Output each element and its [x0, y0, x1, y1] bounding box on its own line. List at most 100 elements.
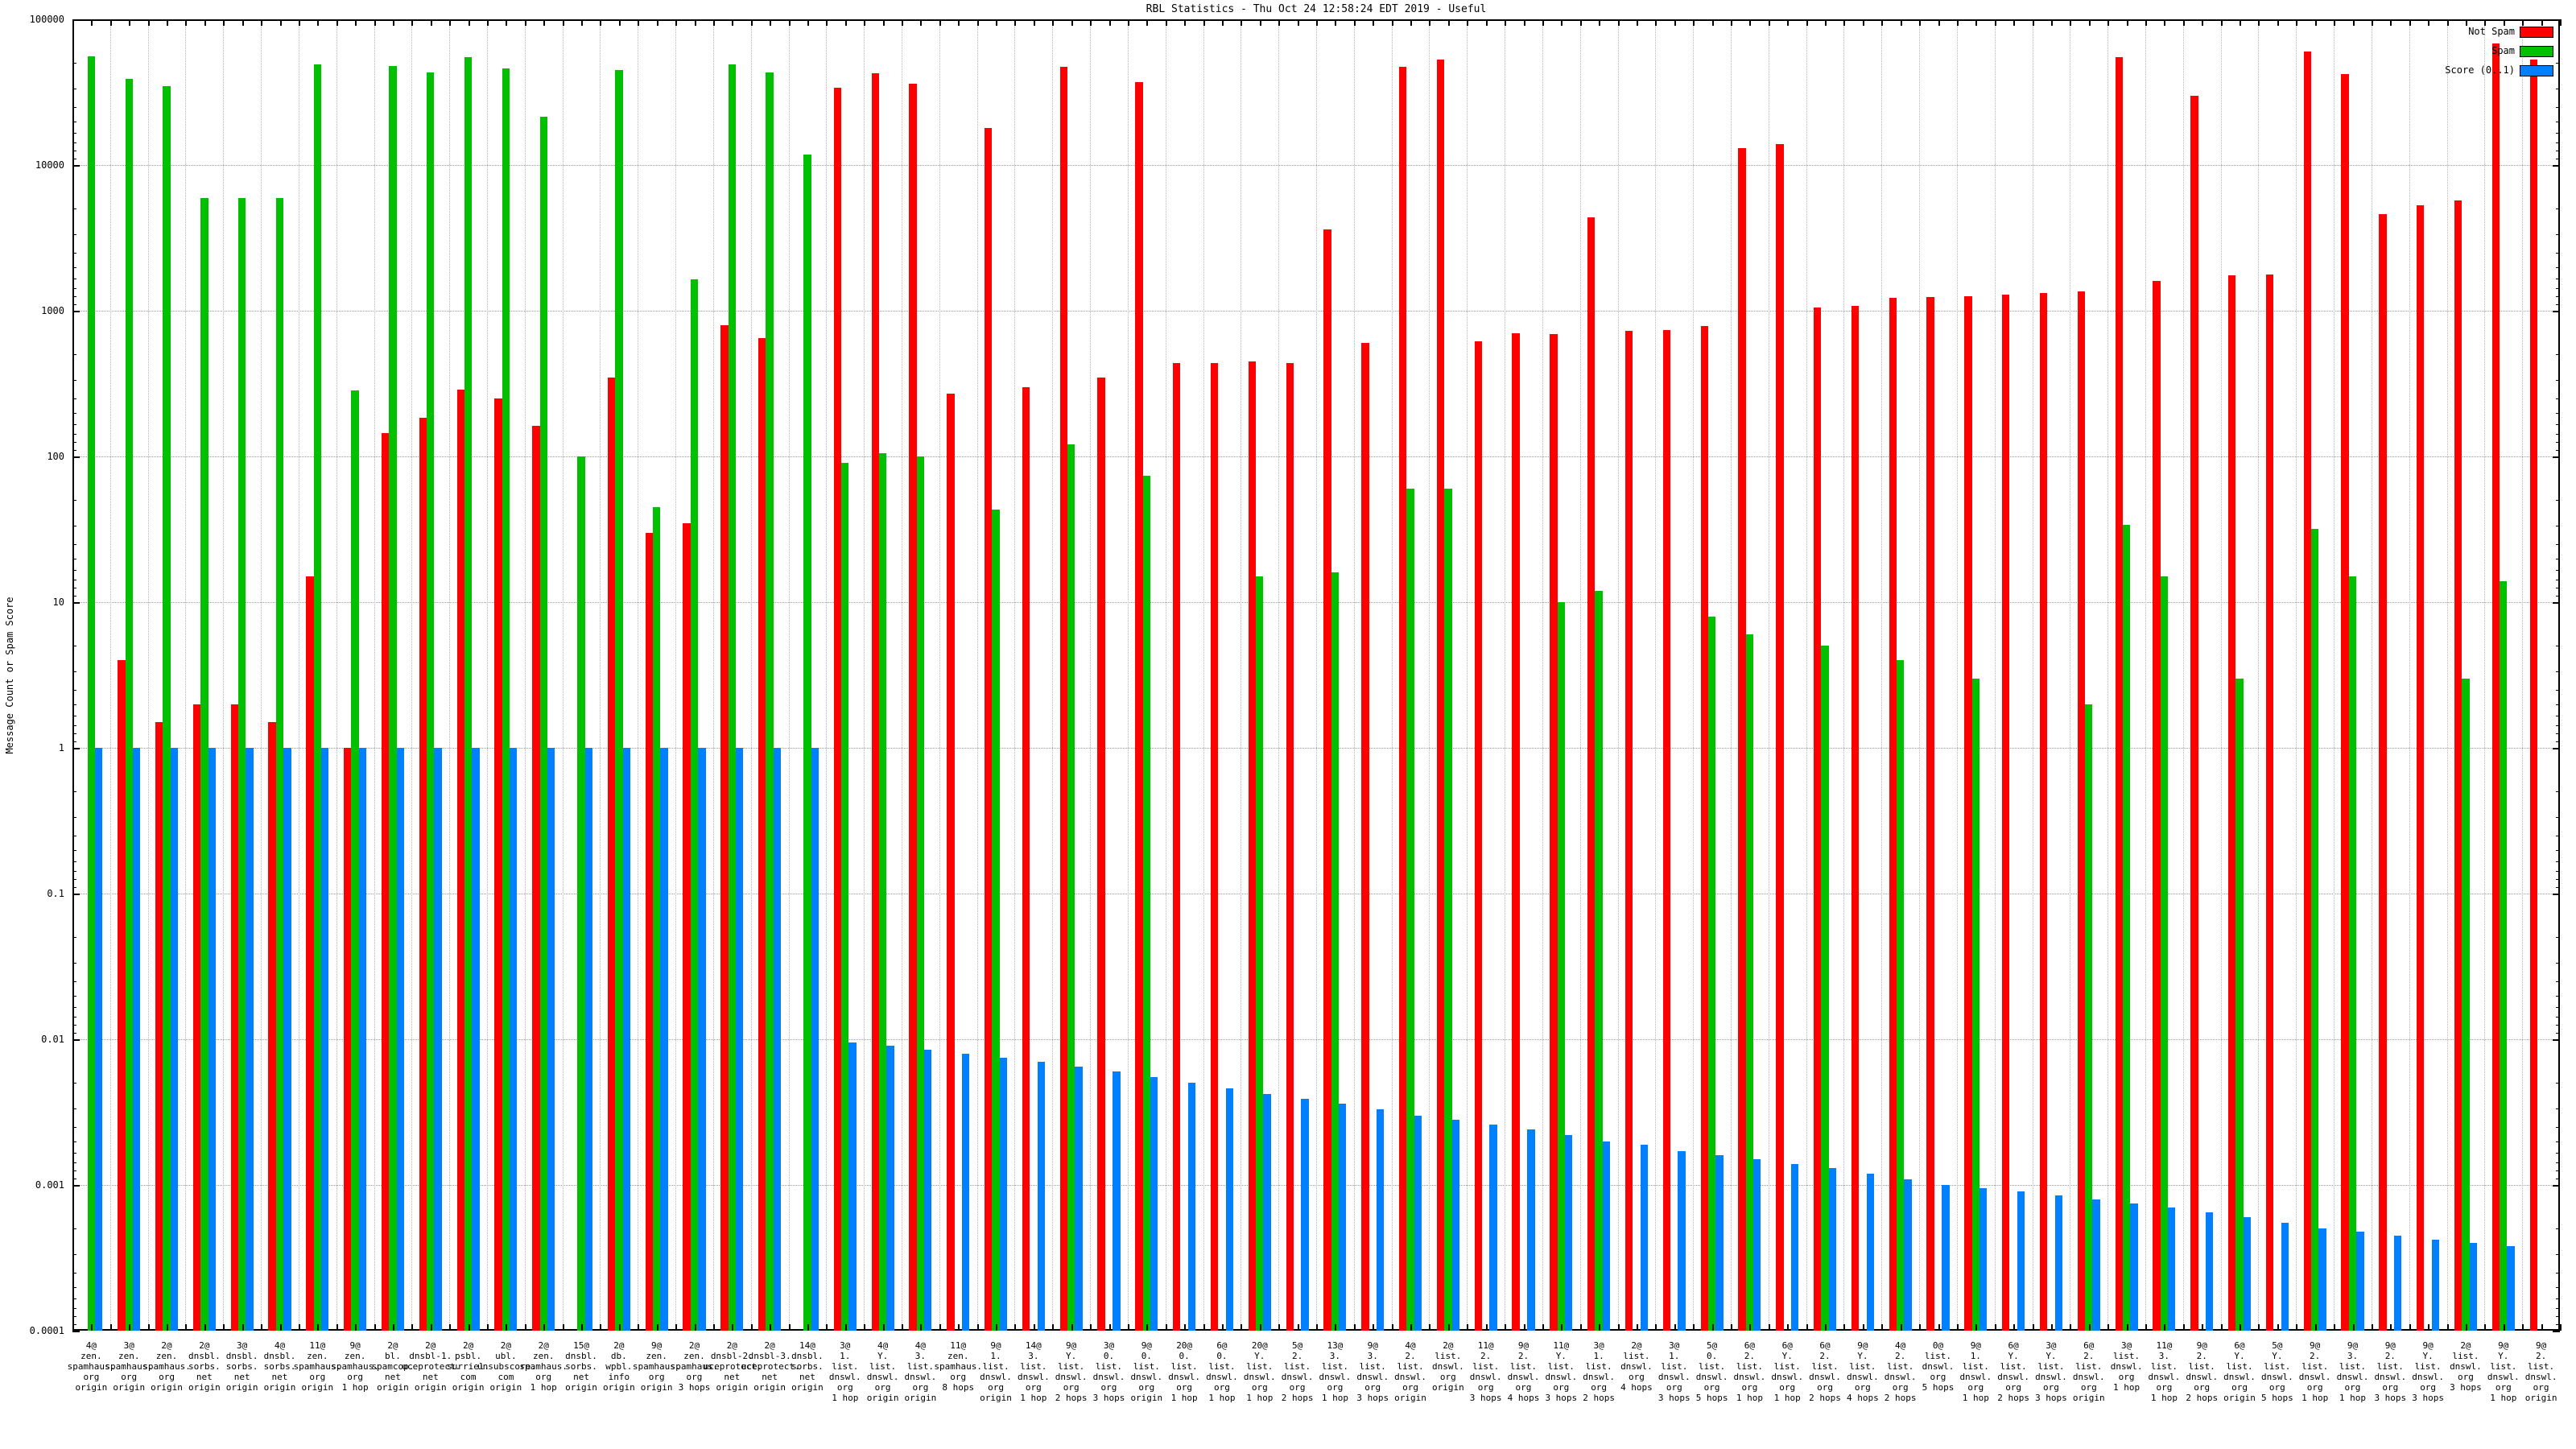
x-tick [1994, 1324, 1996, 1331]
legend-label: Not Spam [2468, 26, 2515, 37]
y-tick-label: 10000 [35, 159, 64, 171]
x-tick [1108, 1324, 1111, 1331]
bar-not-spam [758, 337, 766, 1331]
x-gridline [147, 19, 149, 1331]
x-tick [1391, 19, 1393, 26]
bar-not-spam [2190, 95, 2198, 1331]
y-minor-tick [2556, 63, 2560, 64]
x-tick [449, 1324, 452, 1331]
x-gridline [109, 19, 111, 1331]
x-tick [1919, 19, 1922, 26]
x-tick [2032, 1324, 2034, 1331]
bar-score [1678, 1151, 1686, 1331]
x-gridline [826, 19, 828, 1331]
bar-not-spam [155, 722, 163, 1331]
bar-score [1075, 1066, 1083, 1331]
bar-score [1753, 1159, 1761, 1331]
x-tick [2240, 19, 2242, 26]
bar-score [1942, 1185, 1950, 1331]
bar-not-spam [2265, 274, 2274, 1331]
legend-item: Score (0..1) [2157, 64, 2553, 76]
bar-spam [1821, 646, 1829, 1331]
bar-not-spam [494, 398, 502, 1331]
x-gridline [600, 19, 601, 1331]
x-tick [750, 19, 753, 26]
x-tick [712, 19, 715, 26]
x-tick [261, 19, 263, 26]
x-tick [939, 1324, 941, 1331]
bar-not-spam [2303, 52, 2311, 1331]
y-minor-tick [72, 423, 76, 425]
y-tick-label: 0.01 [41, 1034, 64, 1045]
y-major-tick [2553, 456, 2560, 458]
x-tick [1410, 19, 1413, 26]
x-tick [109, 19, 112, 26]
bar-spam [1557, 602, 1565, 1331]
x-tick [1768, 19, 1770, 26]
x-tick [2560, 19, 2562, 26]
x-tick [1259, 1324, 1261, 1331]
y-minor-tick [72, 724, 76, 726]
y-minor-tick [2556, 1228, 2560, 1230]
x-gridline [1014, 19, 1016, 1331]
x-tick [2182, 1324, 2185, 1331]
x-tick [1579, 1324, 1582, 1331]
y-minor-tick [72, 234, 76, 236]
x-tick [1542, 19, 1544, 26]
bar-spam [2311, 528, 2319, 1331]
bar-not-spam [683, 522, 691, 1331]
bar-spam [916, 456, 925, 1331]
y-minor-tick [2556, 1152, 2560, 1154]
x-tick [1316, 1324, 1318, 1331]
x-tick [2428, 1324, 2430, 1331]
bar-spam [427, 72, 435, 1331]
x-tick [920, 1324, 923, 1331]
x-tick [562, 1324, 564, 1331]
y-minor-tick [72, 380, 76, 382]
y-minor-tick [72, 861, 76, 862]
y-minor-tick [72, 817, 76, 819]
y-tick-label: 1000 [41, 305, 64, 316]
x-tick [1636, 19, 1638, 26]
x-tick [1485, 19, 1488, 26]
x-tick [167, 19, 169, 26]
x-tick [317, 19, 320, 26]
y-minor-tick [2556, 296, 2560, 298]
bar-not-spam [1889, 298, 1897, 1331]
y-minor-tick [72, 870, 76, 872]
y-minor-tick [2556, 1307, 2560, 1309]
x-tick [1391, 1324, 1393, 1331]
y-minor-tick [2556, 569, 2560, 571]
bar-spam [1595, 590, 1603, 1331]
x-tick [1956, 19, 1959, 26]
x-tick [1297, 19, 1299, 26]
x-tick [468, 1324, 470, 1331]
bar-score [1904, 1179, 1912, 1331]
x-tick [1373, 1324, 1375, 1331]
x-tick [1542, 1324, 1544, 1331]
x-gridline [788, 19, 790, 1331]
bar-score [622, 748, 630, 1331]
bar-score [999, 1057, 1008, 1331]
bar-score [1640, 1144, 1648, 1331]
y-minor-tick [2556, 412, 2560, 414]
bar-spam [2160, 576, 2169, 1331]
x-tick [1241, 1324, 1243, 1331]
x-tick [1146, 1324, 1149, 1331]
bar-not-spam [1926, 297, 1934, 1331]
y-major-tick [72, 894, 80, 895]
y-minor-tick [2556, 449, 2560, 451]
x-tick [2126, 19, 2128, 26]
x-tick [1523, 1324, 1525, 1331]
x-tick [1975, 19, 1978, 26]
x-tick [770, 1324, 772, 1331]
x-gridline [1843, 19, 1845, 1331]
x-tick [147, 1324, 150, 1331]
x-tick [1579, 19, 1582, 26]
y-minor-tick [72, 442, 76, 444]
bar-spam [2235, 678, 2244, 1331]
x-tick [1447, 1324, 1450, 1331]
bar-score [1301, 1099, 1309, 1331]
x-gridline [2446, 19, 2448, 1331]
x-tick [882, 19, 885, 26]
